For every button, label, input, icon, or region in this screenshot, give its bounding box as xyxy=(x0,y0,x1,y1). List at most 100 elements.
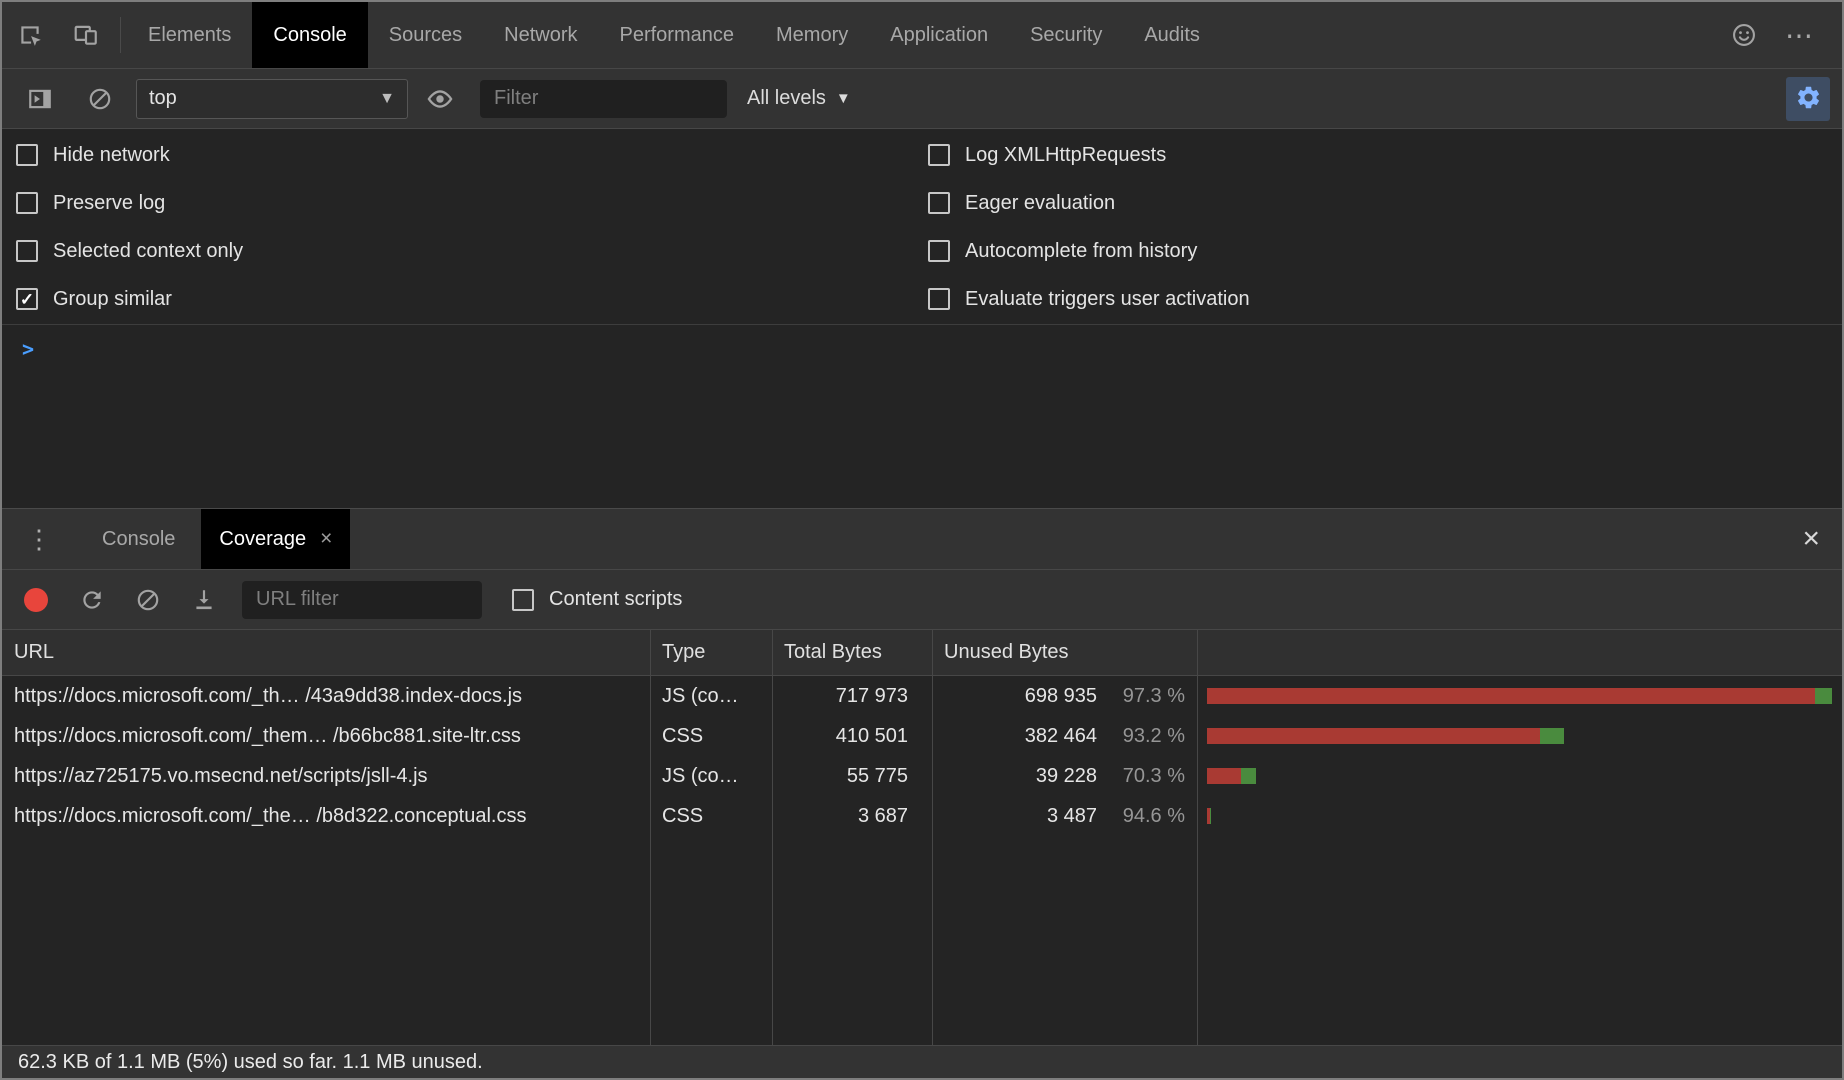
cell-type: JS (co… xyxy=(650,765,772,788)
tab-application[interactable]: Application xyxy=(869,2,1009,68)
checkbox-eager-evaluation[interactable]: Eager evaluation xyxy=(928,179,1842,227)
console-toolbar: top ▼ All levels ▼ xyxy=(2,69,1842,129)
checkbox-preserve-log[interactable]: Preserve log xyxy=(16,179,928,227)
unused-percent-value: 70.3 % xyxy=(1097,765,1197,788)
checkbox-box[interactable] xyxy=(16,144,38,166)
checkbox-label: Eager evaluation xyxy=(965,192,1115,215)
context-value: top xyxy=(149,87,177,110)
tab-network[interactable]: Network xyxy=(483,2,598,68)
checkbox-log-xmlhttprequests[interactable]: Log XMLHttpRequests xyxy=(928,131,1842,179)
checkbox-content-scripts[interactable]: Content scripts xyxy=(512,588,682,611)
log-levels-dropdown[interactable]: All levels ▼ xyxy=(747,87,851,110)
device-toolbar-button[interactable] xyxy=(58,2,114,68)
sidebar-toggle-icon xyxy=(27,86,53,112)
drawer-tab-label: Coverage xyxy=(219,528,306,551)
table-row[interactable]: https://docs.microsoft.com/_th… /43a9dd3… xyxy=(2,676,1842,716)
checkbox-box[interactable] xyxy=(512,589,534,611)
table-row[interactable]: https://docs.microsoft.com/_them… /b66bc… xyxy=(2,716,1842,756)
column-header-total-bytes[interactable]: Total Bytes xyxy=(772,641,932,664)
drawer-tab-coverage[interactable]: Coverage × xyxy=(201,509,350,569)
checkbox-selected-context-only[interactable]: Selected context only xyxy=(16,227,928,275)
tab-elements[interactable]: Elements xyxy=(127,2,252,68)
clear-coverage-button[interactable] xyxy=(120,587,176,613)
console-filter-input[interactable] xyxy=(480,80,727,118)
bar-used xyxy=(1540,728,1564,744)
checkbox-box[interactable] xyxy=(928,144,950,166)
table-row[interactable]: https://docs.microsoft.com/_the… /b8d322… xyxy=(2,796,1842,836)
column-header-type[interactable]: Type xyxy=(650,641,772,664)
settings-column-right: Log XMLHttpRequests Eager evaluation Aut… xyxy=(928,131,1842,324)
coverage-table-header[interactable]: URL Type Total Bytes Unused Bytes xyxy=(2,630,1842,676)
column-divider[interactable] xyxy=(1197,630,1198,1045)
checkbox-box[interactable] xyxy=(16,240,38,262)
column-header-unused-bytes[interactable]: Unused Bytes xyxy=(932,641,1197,664)
checkbox-box[interactable] xyxy=(16,192,38,214)
drawer-tab-console[interactable]: Console xyxy=(76,509,201,569)
checkbox-box[interactable] xyxy=(928,288,950,310)
tab-memory[interactable]: Memory xyxy=(755,2,869,68)
cell-usage-bar xyxy=(1197,728,1842,744)
column-divider[interactable] xyxy=(650,630,651,1045)
cell-unused-bytes: 698 935 97.3 % xyxy=(932,685,1197,708)
tab-audits[interactable]: Audits xyxy=(1123,2,1221,68)
drawer-menu-button[interactable]: ⋮ xyxy=(2,509,76,569)
javascript-context-selector[interactable]: top ▼ xyxy=(136,79,408,119)
column-divider[interactable] xyxy=(932,630,933,1045)
block-icon xyxy=(87,86,113,112)
gear-icon xyxy=(1795,84,1822,114)
checkbox-evaluate-triggers-user-activation[interactable]: Evaluate triggers user activation xyxy=(928,275,1842,323)
bar-unused xyxy=(1207,728,1540,744)
coverage-summary-text: 62.3 KB of 1.1 MB (5%) used so far. 1.1 … xyxy=(18,1051,483,1074)
tab-sources[interactable]: Sources xyxy=(368,2,483,68)
close-tab-icon[interactable]: × xyxy=(320,527,332,551)
cell-unused-bytes: 39 228 70.3 % xyxy=(932,765,1197,788)
inspect-element-button[interactable] xyxy=(2,2,58,68)
unused-bytes-value: 3 487 xyxy=(932,805,1097,828)
chevron-down-icon: ▼ xyxy=(379,90,395,108)
reload-icon xyxy=(79,587,105,613)
unused-percent-value: 94.6 % xyxy=(1097,805,1197,828)
checkbox-label: Group similar xyxy=(53,288,172,311)
column-divider[interactable] xyxy=(772,630,773,1045)
record-coverage-button[interactable] xyxy=(8,588,64,612)
cell-type: JS (co… xyxy=(650,685,772,708)
overflow-menu-icon: ⋯ xyxy=(1785,19,1815,52)
console-settings-panel: Hide network Preserve log Selected conte… xyxy=(2,129,1842,325)
close-drawer-button[interactable]: × xyxy=(1780,509,1842,569)
bar-used xyxy=(1815,688,1832,704)
tab-console[interactable]: Console xyxy=(252,2,367,68)
checkbox-label: Selected context only xyxy=(53,240,243,263)
tab-performance[interactable]: Performance xyxy=(599,2,756,68)
checkbox-box[interactable] xyxy=(928,240,950,262)
coverage-status-bar: 62.3 KB of 1.1 MB (5%) used so far. 1.1 … xyxy=(2,1045,1842,1078)
console-settings-button[interactable] xyxy=(1786,77,1830,121)
cell-total-bytes: 717 973 xyxy=(772,685,932,708)
checkbox-label: Evaluate triggers user activation xyxy=(965,288,1250,311)
main-menu-button[interactable]: ⋯ xyxy=(1772,19,1828,52)
checkbox-label: Log XMLHttpRequests xyxy=(965,144,1166,167)
drawer-tabbar: ⋮ Console Coverage × × xyxy=(2,508,1842,570)
cell-usage-bar xyxy=(1197,688,1842,704)
tab-security[interactable]: Security xyxy=(1009,2,1123,68)
checkbox-box[interactable]: ✓ xyxy=(16,288,38,310)
feedback-button[interactable] xyxy=(1716,21,1772,49)
table-row[interactable]: https://az725175.vo.msecnd.net/scripts/j… xyxy=(2,756,1842,796)
cell-unused-bytes: 3 487 94.6 % xyxy=(932,805,1197,828)
live-expression-button[interactable] xyxy=(412,85,468,113)
cell-url: https://docs.microsoft.com/_th… /43a9dd3… xyxy=(2,685,650,708)
checkbox-group-similar[interactable]: ✓ Group similar xyxy=(16,275,928,323)
checkbox-label: Content scripts xyxy=(549,588,682,611)
checkbox-label: Hide network xyxy=(53,144,170,167)
column-header-url[interactable]: URL xyxy=(2,641,650,664)
console-messages-area[interactable]: > xyxy=(2,325,1842,508)
checkbox-hide-network[interactable]: Hide network xyxy=(16,131,928,179)
reload-coverage-button[interactable] xyxy=(64,587,120,613)
clear-console-button[interactable] xyxy=(72,86,128,112)
checkbox-autocomplete-from-history[interactable]: Autocomplete from history xyxy=(928,227,1842,275)
export-coverage-button[interactable] xyxy=(176,587,232,613)
cell-total-bytes: 3 687 xyxy=(772,805,932,828)
checkbox-label: Autocomplete from history xyxy=(965,240,1197,263)
url-filter-input[interactable] xyxy=(242,581,482,619)
console-sidebar-toggle-button[interactable] xyxy=(12,86,68,112)
checkbox-box[interactable] xyxy=(928,192,950,214)
